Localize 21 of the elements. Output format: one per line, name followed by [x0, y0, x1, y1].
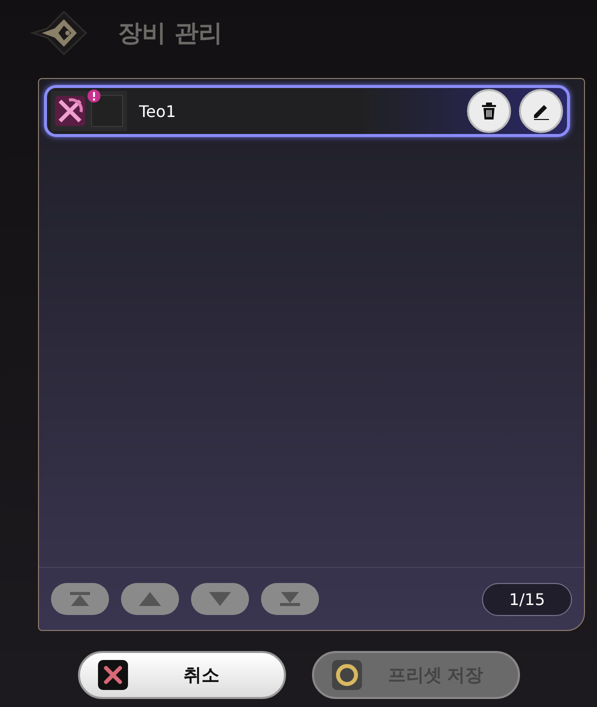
page-nav-button[interactable] [191, 583, 249, 615]
cross-key-icon [98, 660, 128, 690]
empty-slot [91, 95, 123, 127]
jump-to-bottom-icon [280, 592, 300, 606]
trash-icon [481, 102, 497, 120]
preset-name: Teo1 [139, 102, 177, 120]
cancel-button[interactable]: 취소 [78, 651, 286, 699]
page-nav-button[interactable] [261, 583, 319, 615]
edit-button[interactable] [519, 89, 563, 133]
delete-button[interactable] [467, 89, 511, 133]
preset-row[interactable]: Teo1 [44, 85, 570, 137]
circle-key-icon [332, 660, 362, 690]
down-triangle-icon [209, 592, 231, 606]
page-nav-button[interactable] [121, 583, 179, 615]
page-nav-button[interactable] [51, 583, 109, 615]
window-title: 장비 관리 [118, 18, 222, 49]
up-triangle-icon [139, 592, 161, 606]
jump-to-top-icon [70, 592, 90, 606]
page-counter: 1/15 [482, 582, 572, 616]
pencil-icon [532, 102, 550, 120]
crossed-swords-icon [55, 96, 85, 126]
